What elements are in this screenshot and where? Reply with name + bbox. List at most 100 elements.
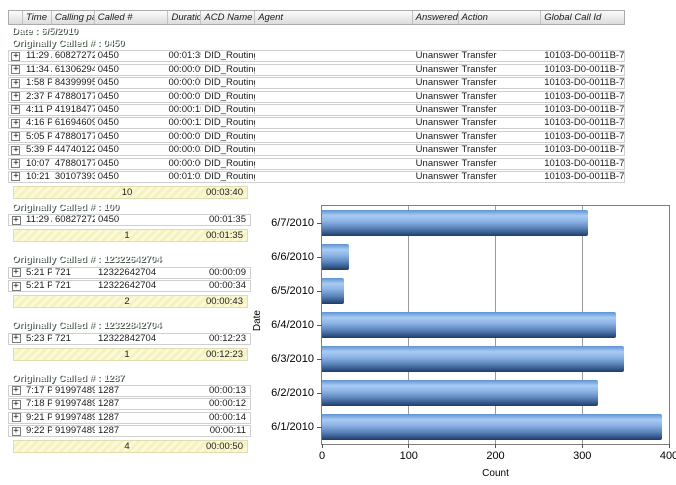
expand-row-button[interactable]: +	[11, 172, 20, 181]
summary-call-count: 1	[90, 230, 164, 241]
category-label: 6/2/2010	[271, 376, 314, 410]
chart-category-band: 6/2/2010	[322, 376, 669, 410]
table-cell: 11:29 AM	[23, 215, 52, 225]
expand-row-button[interactable]: +	[11, 132, 20, 141]
expand-row-button[interactable]: +	[12, 268, 21, 277]
expand-cell: +	[9, 159, 23, 168]
table-cell: 9:22 PM	[23, 426, 52, 436]
table-cell: 1287	[95, 399, 169, 409]
table-cell: 4788017770	[52, 159, 95, 169]
table-cell: 7:17 PM	[23, 386, 52, 396]
table-row: +5:21 PM7211232264270400:00:09	[8, 267, 251, 279]
table-cell: Transfer	[459, 132, 542, 142]
expand-row-button[interactable]: +	[11, 65, 20, 74]
table-cell: DID_Routing	[201, 105, 255, 115]
table-cell: 12322842704	[95, 334, 169, 344]
table-row: +7:17 PM9199748952128700:00:13	[8, 385, 251, 397]
table-cell: Unanswered	[413, 172, 459, 182]
column-header-called: Called #	[95, 11, 169, 24]
expand-row-button[interactable]: +	[11, 79, 20, 88]
table-cell: 00:00:03	[168, 145, 201, 155]
x-axis-tick	[582, 444, 583, 448]
table-cell: 10103-D0-0011B-772	[541, 105, 624, 115]
expand-cell: +	[9, 132, 23, 141]
table-cell: 10103-D0-0011B-778	[541, 145, 624, 155]
expand-cell: +	[9, 400, 23, 409]
expand-row-button[interactable]: +	[12, 386, 21, 395]
table-cell: 9199748952	[52, 399, 95, 409]
table-cell: Transfer	[459, 159, 542, 169]
table-row: +5:23 PM7211232284270400:12:23	[8, 333, 251, 345]
expand-row-button[interactable]: +	[11, 159, 20, 168]
table-cell: 0450	[95, 118, 169, 128]
table-cell: 00:00:14	[169, 413, 250, 423]
table-cell: 0450	[95, 145, 169, 155]
table-cell: Transfer	[459, 65, 542, 75]
category-label: 6/4/2010	[271, 308, 314, 342]
table-row: +7:18 PM9199748952128700:00:12	[8, 398, 251, 410]
expand-row-button[interactable]: +	[12, 427, 21, 436]
expand-row-button[interactable]: +	[11, 119, 20, 128]
table-cell: 11:29 AM	[23, 51, 52, 61]
originally-called-band: Originally Called # : 0450	[8, 38, 625, 49]
chart-category-band: 6/5/2010	[322, 274, 669, 308]
originally-called-band: Originally Called # : 12322842704	[8, 320, 251, 331]
column-header-action: Action	[459, 11, 542, 24]
column-header-duration: Duration	[168, 11, 201, 24]
table-cell: Transfer	[459, 105, 542, 115]
expand-row-button[interactable]: +	[11, 52, 20, 61]
table-row: +2:37 PM4788017770045000:00:07DID_Routin…	[8, 91, 625, 103]
table-cell: 00:00:06	[168, 159, 201, 169]
table-cell: Transfer	[459, 92, 542, 102]
category-label: 6/5/2010	[271, 274, 314, 308]
table-cell: Transfer	[459, 51, 542, 61]
table-cell: Transfer	[459, 145, 542, 155]
originally-called-band: Originally Called # : 100	[8, 202, 251, 213]
table-cell: 6082727287	[52, 51, 95, 61]
table-cell: 10:07 PM	[23, 159, 52, 169]
summary-total-duration: 00:03:40	[164, 187, 247, 198]
table-cell: 0450	[95, 132, 169, 142]
table-cell: 0450	[95, 215, 169, 225]
table-cell: 1287	[95, 413, 169, 423]
group-summary-row: 200:00:43	[13, 295, 248, 308]
expand-row-button[interactable]: +	[12, 413, 21, 422]
table-cell: 0450	[95, 159, 169, 169]
table-cell: 721	[52, 268, 95, 278]
expand-cell: +	[9, 172, 23, 181]
table-cell: Transfer	[459, 172, 542, 182]
table-row: +5:21 PM7211232264270400:00:34	[8, 280, 251, 292]
summary-total-duration: 00:00:50	[164, 441, 247, 452]
column-header-global-call-id: Global Call Id	[541, 11, 624, 24]
expand-cell: +	[9, 105, 23, 114]
table-cell: 10103-D0-0011B-76F	[541, 65, 624, 75]
table-cell: 5:39 PM	[23, 145, 52, 155]
table-cell: 00:12:23	[169, 334, 250, 344]
table-row: +11:29 AM6082727287045000:01:35	[8, 214, 251, 226]
expand-cell: +	[9, 92, 23, 101]
table-cell: 5:21 PM	[23, 268, 52, 278]
table-cell: DID_Routing	[201, 78, 255, 88]
summary-total-duration: 00:12:23	[164, 349, 247, 360]
chart-plot-area: Count 01002003004006/7/20106/6/20106/5/2…	[321, 205, 670, 445]
table-cell: 6082727287	[52, 215, 95, 225]
table-cell: Transfer	[459, 118, 542, 128]
summary-total-duration: 00:01:35	[164, 230, 247, 241]
expand-row-button[interactable]: +	[11, 105, 20, 114]
table-cell: 2:37 PM	[23, 92, 52, 102]
chart-category-band: 6/6/2010	[322, 240, 669, 274]
table-cell: DID_Routing	[201, 118, 255, 128]
sub-group-section: Originally Called # : 1287+7:17 PM919974…	[8, 373, 251, 454]
expand-row-button[interactable]: +	[11, 92, 20, 101]
expand-row-button[interactable]: +	[12, 282, 21, 291]
table-cell: 11:34 AM	[23, 65, 52, 75]
x-tick-label: 0	[319, 450, 325, 462]
table-cell: 9199748952	[52, 426, 95, 436]
expand-row-button[interactable]: +	[12, 334, 21, 343]
expand-row-button[interactable]: +	[12, 216, 21, 225]
table-cell: 00:00:07	[168, 92, 201, 102]
originally-called-band: Originally Called # : 12322642704	[8, 254, 251, 265]
expand-row-button[interactable]: +	[12, 400, 21, 409]
expand-row-button[interactable]: +	[11, 146, 20, 155]
table-cell: 5:05 PM	[23, 132, 52, 142]
